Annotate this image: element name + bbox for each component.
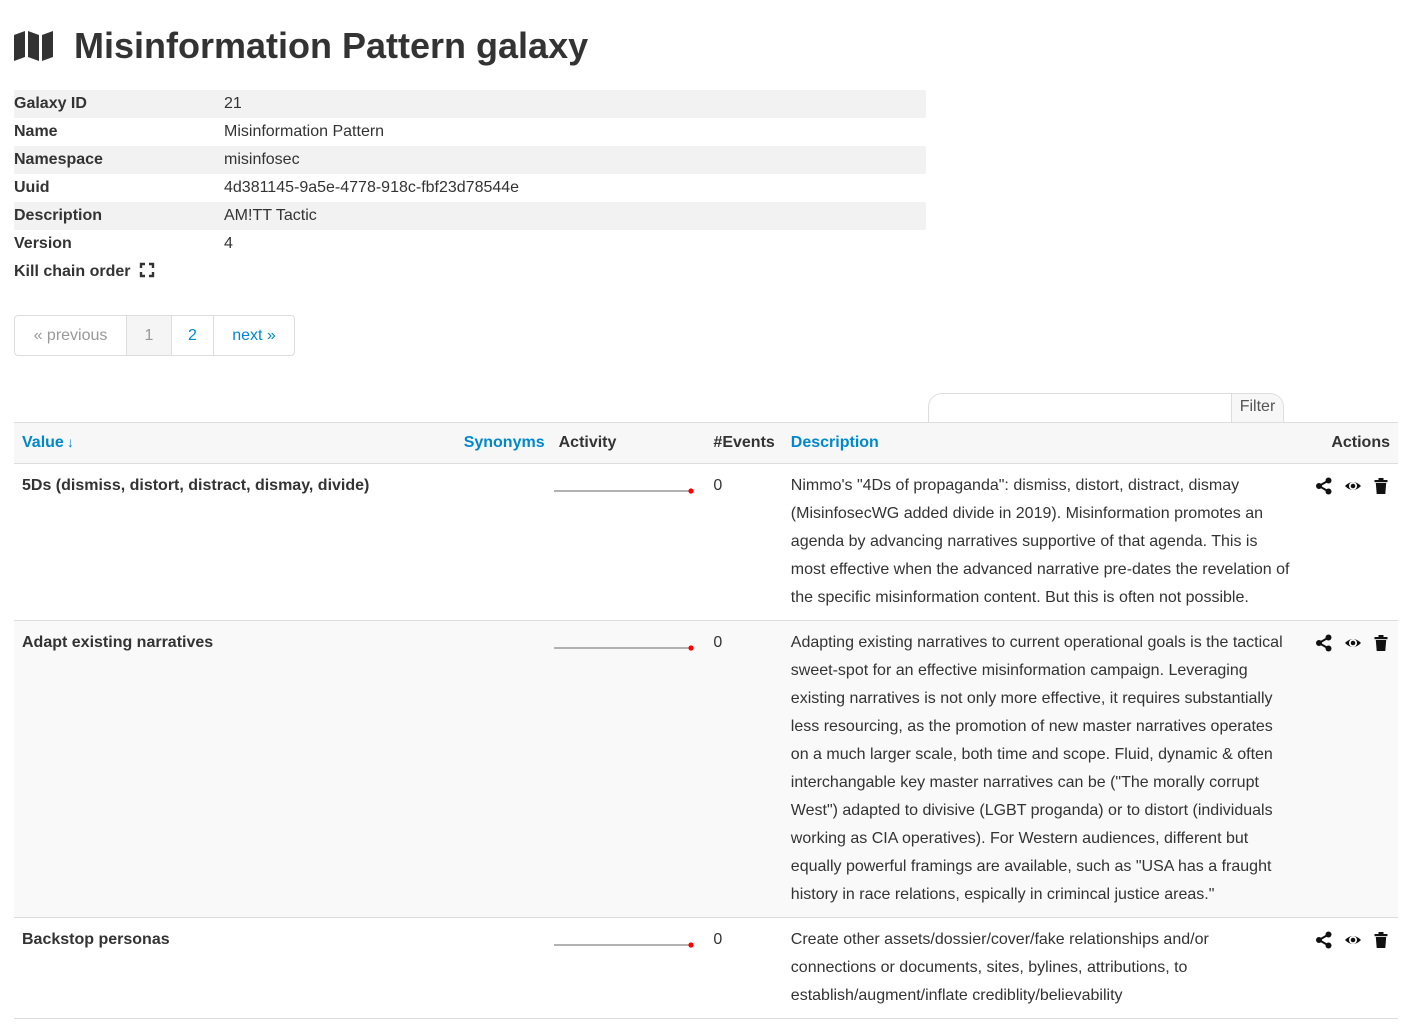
- info-row-namespace: Namespace misinfosec: [14, 146, 926, 174]
- cluster-synonyms: [454, 463, 553, 621]
- info-label: Version: [14, 235, 72, 252]
- info-row-kill-chain-order: Kill chain order: [14, 258, 926, 286]
- previous-page-button[interactable]: « previous: [15, 316, 127, 355]
- activity-sparkline: [553, 488, 694, 494]
- sparkline-last-point: [688, 488, 694, 494]
- table-header-row: Value ↓ Synonyms Activity #Events Descrip…: [14, 422, 1398, 464]
- sort-down-icon: ↓: [66, 434, 74, 450]
- filter-input[interactable]: [929, 394, 1231, 423]
- pagination: « previous 1 2 next »: [14, 315, 295, 356]
- info-value: AM!TT Tactic: [224, 202, 926, 230]
- info-label: Galaxy ID: [14, 90, 224, 118]
- info-value: misinfosec: [224, 146, 926, 174]
- event-count: 0: [705, 620, 783, 918]
- page-1-button[interactable]: 1: [127, 316, 172, 355]
- galaxy-info-table: Galaxy ID 21 Name Misinformation Pattern…: [14, 90, 926, 286]
- column-header-value-label: Value: [22, 434, 64, 451]
- info-value: 21: [224, 90, 926, 118]
- cluster-synonyms: [454, 917, 553, 1019]
- column-header-activity: Activity: [552, 422, 706, 464]
- column-header-synonyms[interactable]: Synonyms: [454, 422, 553, 464]
- activity-cell: [552, 917, 706, 1019]
- cluster-description: Adapting existing narratives to current …: [782, 620, 1302, 918]
- share-icon[interactable]: [1315, 634, 1333, 652]
- info-label: Namespace: [14, 146, 224, 174]
- info-value: 4d381145-9a5e-4778-918c-fbf23d78544e: [224, 179, 520, 196]
- eye-icon[interactable]: [1344, 931, 1362, 949]
- column-header-events: #Events: [705, 422, 783, 464]
- share-icon[interactable]: [1315, 931, 1333, 949]
- activity-sparkline: [553, 645, 694, 651]
- info-label: Kill chain order: [14, 263, 131, 280]
- info-value: Misinformation Pattern: [224, 123, 385, 140]
- info-value: 4: [224, 235, 233, 252]
- table-row: Adapt existing narratives 0 Adapting exi…: [14, 620, 1398, 918]
- info-row-uuid: Uuid 4d381145-9a5e-4778-918c-fbf23d78544…: [14, 174, 926, 202]
- next-page-button[interactable]: next »: [214, 316, 294, 355]
- eye-icon[interactable]: [1344, 477, 1362, 495]
- sparkline-last-point: [688, 645, 694, 651]
- trash-icon[interactable]: [1372, 477, 1390, 495]
- info-label: Uuid: [14, 179, 50, 196]
- cluster-value[interactable]: 5Ds (dismiss, distort, distract, dismay,…: [14, 463, 455, 621]
- event-count: 0: [705, 463, 783, 621]
- row-actions: [1301, 463, 1398, 621]
- cluster-value[interactable]: Adapt existing narratives: [14, 620, 455, 918]
- cluster-description: Nimmo's "4Ds of propaganda": dismiss, di…: [782, 463, 1302, 621]
- clusters-table: Value ↓ Synonyms Activity #Events Descrip…: [14, 422, 1398, 1019]
- column-header-actions: Actions: [1301, 422, 1398, 464]
- info-row-version: Version 4: [14, 230, 926, 258]
- info-row-description: Description AM!TT Tactic: [14, 202, 926, 230]
- info-label-kill-chain: Kill chain order: [14, 258, 224, 286]
- info-row-galaxy-id: Galaxy ID 21: [14, 90, 926, 118]
- info-value: [224, 258, 926, 286]
- event-count: 0: [705, 917, 783, 1019]
- activity-cell: [552, 620, 706, 918]
- cluster-value[interactable]: Backstop personas: [14, 917, 455, 1019]
- info-label: Description: [14, 202, 224, 230]
- share-icon[interactable]: [1315, 477, 1333, 495]
- row-actions: [1301, 620, 1398, 918]
- page-2-button[interactable]: 2: [172, 316, 214, 355]
- info-row-name: Name Misinformation Pattern: [14, 118, 926, 146]
- sparkline-last-point: [688, 942, 694, 948]
- activity-cell: [552, 463, 706, 621]
- info-label: Name: [14, 123, 58, 140]
- trash-icon[interactable]: [1372, 634, 1390, 652]
- cluster-synonyms: [454, 620, 553, 918]
- trash-icon[interactable]: [1372, 931, 1390, 949]
- table-row: 5Ds (dismiss, distort, distract, dismay,…: [14, 463, 1398, 621]
- expand-icon[interactable]: [139, 262, 155, 278]
- cluster-description: Create other assets/dossier/cover/fake r…: [782, 917, 1302, 1019]
- filter-box: Filter: [928, 393, 1284, 423]
- page-title: Misinformation Pattern galaxy: [14, 22, 588, 70]
- activity-sparkline: [553, 942, 694, 948]
- eye-icon[interactable]: [1344, 634, 1362, 652]
- column-header-description[interactable]: Description: [782, 422, 1302, 464]
- filter-button[interactable]: Filter: [1231, 394, 1283, 423]
- column-header-value[interactable]: Value ↓: [14, 422, 455, 464]
- page-title-text: Misinformation Pattern galaxy: [74, 25, 589, 66]
- row-actions: [1301, 917, 1398, 1019]
- table-row: Backstop personas 0 Create other assets/…: [14, 917, 1398, 1019]
- map-icon: [14, 31, 54, 61]
